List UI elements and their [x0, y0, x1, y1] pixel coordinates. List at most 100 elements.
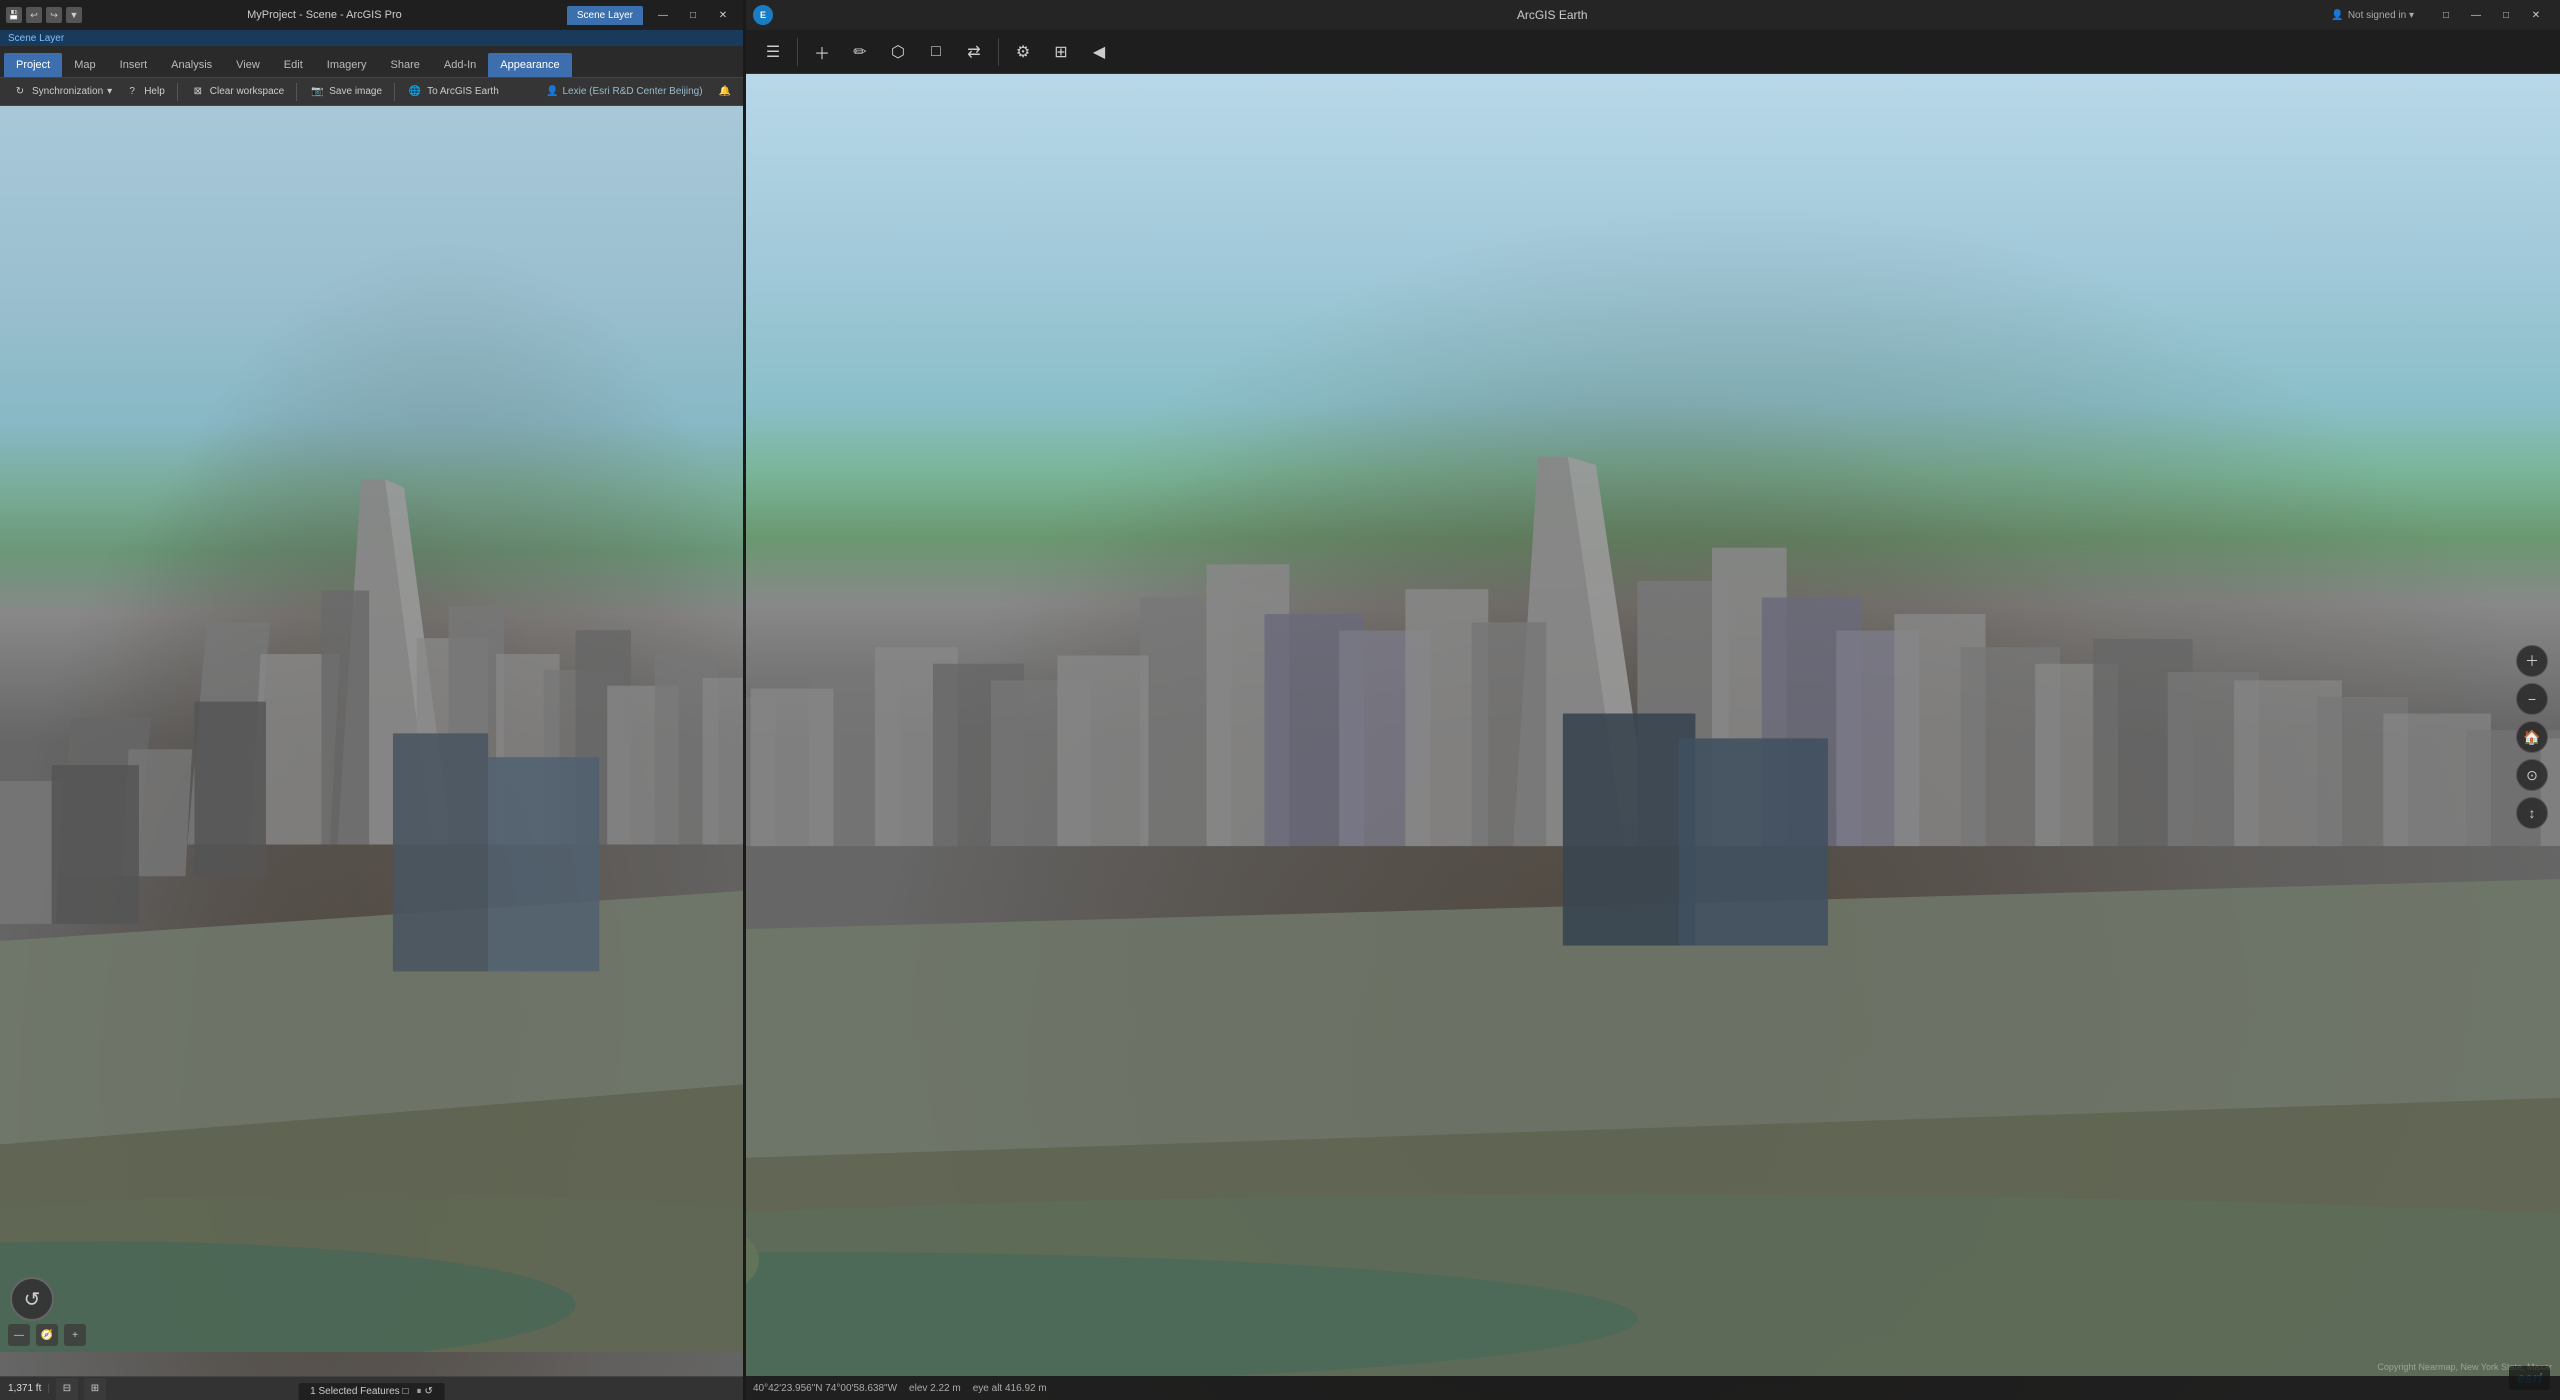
tab-view[interactable]: View — [224, 53, 272, 77]
earth-app-title: ArcGIS Earth — [781, 8, 2323, 22]
status-nav-2[interactable]: ⊞ — [84, 1378, 106, 1400]
zoom-in-button[interactable]: + — [64, 1324, 86, 1346]
username: Lexie (Esri R&D Center Beijing) — [562, 86, 702, 97]
ribbon-toolbar: ↻ Synchronization ▾ ? Help ⊠ Clear works… — [0, 78, 743, 106]
lat-lon-text: 40°42'23.956"N 74°00'58.638"W — [753, 1383, 897, 1394]
separator-1 — [177, 83, 178, 101]
pause-icon[interactable]: ⏸ — [416, 1386, 421, 1397]
user-account[interactable]: 👤 Lexie (Esri R&D Center Beijing) — [542, 84, 707, 99]
status-nav-1[interactable]: ⊟ — [56, 1378, 78, 1400]
earth-compass-button[interactable]: ⊙ — [2516, 759, 2548, 791]
arcgis-earth-titlebar: E ArcGIS Earth 👤 Not signed in ▾ □ — □ ✕ — [743, 0, 2560, 30]
tool-separator-1 — [797, 38, 798, 66]
sync-dropdown[interactable]: ▾ — [107, 86, 112, 97]
help-label: Help — [144, 86, 165, 97]
earth-sidenav: ＋ − 🏠 ⊙ ↕ — [2516, 645, 2548, 829]
user-icon-earth: 👤 — [2331, 10, 2343, 21]
notification-button[interactable]: 🔔 — [715, 84, 735, 99]
tab-share[interactable]: Share — [379, 53, 432, 77]
add-layer-button[interactable]: ＋ — [804, 34, 840, 70]
sync-group: ↻ Synchronization ▾ ? Help — [8, 82, 169, 102]
earth-window-controls[interactable]: □ — □ ✕ — [2432, 6, 2550, 24]
arcgis-earth-map-view[interactable]: ＋ − 🏠 ⊙ ↕ Copyright Nearmap, New York St… — [743, 74, 2560, 1400]
options-icon[interactable]: ▼ — [66, 7, 82, 23]
save-image-button[interactable]: 📷 Save image — [305, 82, 386, 102]
panel-divider — [743, 0, 746, 1400]
clear-icon: ⊠ — [190, 84, 206, 100]
tab-addin[interactable]: Add-In — [432, 53, 488, 77]
scale-text: 1,371 ft — [8, 1383, 41, 1394]
play-pause-controls[interactable]: ⏸ ↺ — [416, 1386, 432, 1397]
save-image-label: Save image — [329, 86, 382, 97]
selected-features-text: 1 Selected Features □ — [310, 1386, 408, 1397]
pro-status-bar: 1,371 ft | ⊟ ⊞ 1 Selected Features □ ⏸ ↺ — [0, 1376, 743, 1400]
clear-label: Clear workspace — [210, 86, 284, 97]
earth-minimize-btn[interactable]: — — [2462, 6, 2490, 24]
earth-restore-btn[interactable]: □ — [2492, 6, 2520, 24]
earth-zoom-out-button[interactable]: − — [2516, 683, 2548, 715]
app-title: MyProject - Scene - ArcGIS Pro — [88, 9, 561, 21]
tab-insert[interactable]: Insert — [108, 53, 160, 77]
tab-project[interactable]: Project — [4, 53, 62, 77]
quick-access-toolbar[interactable]: 💾 ↩ ↪ ▼ — [6, 7, 82, 23]
to-earth-label: To ArcGIS Earth — [427, 86, 499, 97]
synchronization-button[interactable]: ↻ Synchronization ▾ — [8, 82, 116, 102]
tab-analysis[interactable]: Analysis — [159, 53, 224, 77]
measure-button[interactable]: ⬡ — [880, 34, 916, 70]
help-button[interactable]: ? Help — [120, 82, 169, 102]
tab-map[interactable]: Map — [62, 53, 107, 77]
tab-appearance[interactable]: Appearance — [488, 53, 571, 77]
user-account-earth[interactable]: 👤 Not signed in ▾ — [2331, 10, 2414, 21]
contextual-tab-group-label: Scene Layer — [8, 33, 64, 44]
minimize-button[interactable]: — — [649, 6, 677, 24]
earth-close-btn[interactable]: ✕ — [2522, 6, 2550, 24]
coordinates-bar: 40°42'23.956"N 74°00'58.638"W elev 2.22 … — [743, 1376, 2560, 1400]
city-buildings-left — [0, 400, 743, 1353]
ribbon-tabs: Project Map Insert Analysis View Edit Im… — [0, 46, 743, 78]
earth-home-button[interactable]: 🏠 — [2516, 721, 2548, 753]
earth-send-icon: 🌐 — [407, 84, 423, 100]
undo-icon[interactable]: ↩ — [26, 7, 42, 23]
earth-expand-btn[interactable]: □ — [2432, 6, 2460, 24]
earth-app-logo: E — [753, 5, 773, 25]
compass-button[interactable]: 🧭 — [36, 1324, 58, 1346]
tab-edit[interactable]: Edit — [272, 53, 315, 77]
save-icon[interactable]: 💾 — [6, 7, 22, 23]
refresh-icon[interactable]: ↺ — [424, 1386, 432, 1397]
contextual-tab-group-header: Scene Layer — [0, 30, 743, 46]
eye-alt-text: eye alt 416.92 m — [973, 1383, 1047, 1394]
grid-button[interactable]: ⊞ — [1043, 34, 1079, 70]
draw-button[interactable]: ✏ — [842, 34, 878, 70]
elevation-text: elev 2.22 m — [909, 1383, 961, 1394]
help-icon: ? — [124, 84, 140, 100]
bookmark-button[interactable]: □ — [918, 34, 954, 70]
arcgis-pro-map-view[interactable]: ↺ — 🧭 + — [0, 106, 743, 1376]
settings-button[interactable]: ⚙ — [1005, 34, 1041, 70]
maximize-button[interactable]: □ — [679, 6, 707, 24]
collapse-panel-button[interactable]: ◀ — [1081, 34, 1117, 70]
user-icon: 👤 — [546, 86, 558, 97]
arcgis-pro-titlebar: 💾 ↩ ↪ ▼ MyProject - Scene - ArcGIS Pro S… — [0, 0, 743, 30]
earth-toolbar: ☰ ＋ ✏ ⬡ □ ⇄ ⚙ ⊞ ◀ — [743, 30, 2560, 74]
reset-navigation-button[interactable]: ↺ — [10, 1277, 54, 1321]
scene-layer-contextual-tab-header[interactable]: Scene Layer — [567, 6, 643, 25]
save-image-icon: 📷 — [309, 84, 325, 100]
sync-icon: ↻ — [12, 84, 28, 100]
selected-features-bar: 1 Selected Features □ ⏸ ↺ — [298, 1383, 445, 1400]
menu-button[interactable]: ☰ — [755, 34, 791, 70]
tool-separator-2 — [998, 38, 999, 66]
redo-icon[interactable]: ↪ — [46, 7, 62, 23]
not-signed-in-label: Not signed in ▾ — [2348, 10, 2414, 21]
city-buildings-right — [743, 382, 2560, 1377]
earth-tilt-button[interactable]: ↕ — [2516, 797, 2548, 829]
close-button[interactable]: ✕ — [709, 6, 737, 24]
tab-imagery[interactable]: Imagery — [315, 53, 379, 77]
earth-zoom-in-button[interactable]: ＋ — [2516, 645, 2548, 677]
share-button[interactable]: ⇄ — [956, 34, 992, 70]
zoom-out-button[interactable]: — — [8, 1324, 30, 1346]
window-controls[interactable]: — □ ✕ — [649, 6, 737, 24]
sync-label: Synchronization — [32, 86, 103, 97]
navigation-controls: — 🧭 + — [8, 1324, 86, 1346]
clear-workspace-button[interactable]: ⊠ Clear workspace — [186, 82, 288, 102]
to-arcgis-earth-button[interactable]: 🌐 To ArcGIS Earth — [403, 82, 503, 102]
